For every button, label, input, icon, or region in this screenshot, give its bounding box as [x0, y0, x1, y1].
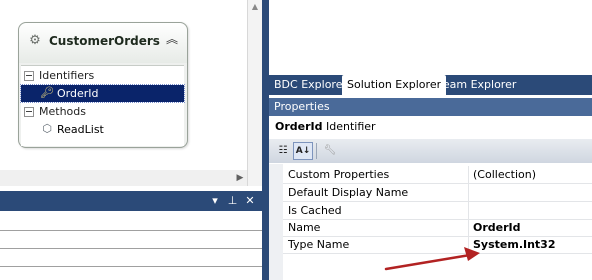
property-name: Type Name [288, 238, 350, 251]
grid-line [0, 248, 262, 249]
lower-tool-window-header: ▾ ⊥ ✕ [0, 191, 262, 211]
entity-shape[interactable]: ⚙ CustomerOrders ︽ Identifiers 🔑︎ OrderI… [18, 22, 188, 148]
section-identifiers[interactable]: Identifiers [21, 67, 184, 84]
toolbar-separator [316, 143, 317, 159]
collapse-chevron-icon[interactable]: ︽ [164, 31, 180, 49]
alphabetical-icon[interactable]: A↓ [293, 142, 313, 160]
window-buttons: ▾ ⊥ ✕ [207, 192, 256, 210]
section-methods[interactable]: Methods [21, 103, 184, 120]
property-pages-icon[interactable]: 🔧︎ [321, 142, 339, 160]
column-divider [468, 184, 469, 201]
method-item-readlist[interactable]: ⬡ ReadList [21, 121, 184, 138]
section-label: Identifiers [39, 69, 95, 82]
collapse-toggle-icon[interactable] [24, 107, 34, 117]
identifier-item-orderid[interactable]: 🔑︎ OrderId [20, 84, 185, 103]
grid-line [0, 266, 262, 267]
property-name: Custom Properties [288, 168, 390, 181]
column-divider [468, 202, 469, 219]
entity-header[interactable]: ⚙ CustomerOrders ︽ [19, 23, 187, 63]
close-icon[interactable]: ✕ [244, 192, 256, 210]
tab-solution-explorer[interactable]: Solution Explorer [342, 75, 447, 95]
collapse-toggle-icon[interactable] [24, 71, 34, 81]
object-type: Identifier [326, 120, 376, 133]
scroll-up-arrow-icon[interactable]: ▲ [249, 2, 261, 14]
property-row-custom-properties[interactable]: Custom Properties (Collection) [283, 166, 592, 184]
dropdown-icon[interactable]: ▾ [209, 192, 221, 210]
right-document-area [269, 0, 592, 75]
entity-icon: ⚙ [29, 33, 41, 48]
designer-scrollbar[interactable] [0, 170, 247, 186]
entity-body: Identifiers 🔑︎ OrderId Methods ⬡ ReadLis… [20, 65, 185, 146]
property-row-default-display-name[interactable]: Default Display Name [283, 184, 592, 202]
property-row-is-cached[interactable]: Is Cached [283, 202, 592, 220]
explorer-tabstrip: BDC Explorer Solution Explorer Team Expl… [269, 75, 592, 95]
object-selector[interactable]: OrderId Identifier [269, 116, 592, 138]
object-name: OrderId [275, 120, 323, 133]
item-label: ReadList [57, 123, 104, 136]
pin-icon[interactable]: ⊥ [227, 192, 239, 210]
properties-title: Properties [274, 100, 330, 113]
scroll-right-arrow-icon[interactable]: ▶ [235, 172, 245, 184]
column-divider [468, 219, 469, 236]
property-name: Default Display Name [288, 186, 409, 199]
properties-toolbar: ☷ A↓ 🔧︎ [269, 139, 592, 163]
tab-team-explorer[interactable]: Team Explorer [433, 75, 521, 95]
property-value[interactable]: OrderId [473, 219, 521, 236]
section-label: Methods [39, 105, 86, 118]
item-label: OrderId [57, 87, 99, 100]
annotation-arrow-icon [384, 247, 480, 271]
property-name: Is Cached [288, 204, 342, 217]
property-value[interactable]: (Collection) [473, 166, 536, 183]
entity-title: CustomerOrders [49, 34, 160, 48]
tab-bdc-explorer[interactable]: BDC Explorer [269, 75, 352, 95]
vertical-scrollbar[interactable] [247, 0, 263, 186]
key-icon: 🔑︎ [40, 86, 54, 99]
property-row-name[interactable]: Name OrderId [283, 219, 592, 237]
column-divider [468, 166, 469, 183]
panel-splitter[interactable] [262, 0, 269, 280]
property-name: Name [288, 221, 321, 234]
properties-title-bar: Properties [269, 98, 592, 116]
cube-icon: ⬡ [42, 122, 52, 135]
categorized-icon[interactable]: ☷ [274, 142, 292, 160]
grid-line [0, 230, 262, 231]
